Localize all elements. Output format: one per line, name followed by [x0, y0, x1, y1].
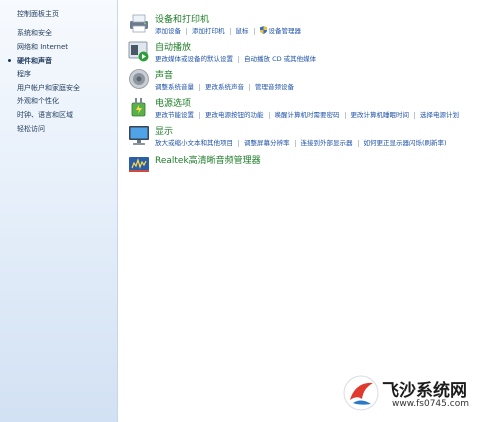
category-links: 调整系统音量 更改系统声音 管理音频设备 — [155, 81, 294, 91]
speaker-icon[interactable] — [128, 68, 150, 90]
choose-power-plan-link[interactable]: 选择电源计划 — [420, 109, 459, 119]
change-power-saving-link[interactable]: 更改节能设置 — [155, 109, 194, 119]
adjust-volume-link[interactable]: 调整系统音量 — [155, 81, 194, 91]
category-title[interactable]: 自动播放 — [155, 40, 191, 53]
connect-external-display-link[interactable]: 连接到外部显示器 — [301, 137, 353, 147]
category-links: 更改媒体或设备的默认设置 自动播放 CD 或其他媒体 — [155, 53, 316, 63]
link-separator — [238, 139, 239, 147]
printer-icon[interactable] — [128, 12, 150, 34]
category-title[interactable]: 设备和打印机 — [155, 12, 209, 25]
wakeup-password-link[interactable]: 唤醒计算机时需要密码 — [275, 109, 340, 119]
category-links: 添加设备 添加打印机 鼠标 设备管理器 — [155, 25, 301, 35]
watermark-url: www.fs0745.com — [392, 399, 469, 409]
mouse-link[interactable]: 鼠标 — [236, 25, 249, 35]
link-separator — [238, 55, 239, 63]
nav-item-system-security[interactable]: 系统和安全 — [17, 28, 52, 38]
add-device-link[interactable]: 添加设备 — [155, 25, 181, 35]
nav-item-clock-language-region[interactable]: 时钟、语言和区域 — [17, 110, 73, 120]
category-title[interactable]: 声音 — [155, 68, 173, 81]
watermark-title: 飞沙系统网 — [382, 381, 467, 401]
manage-audio-devices-link[interactable]: 管理音频设备 — [255, 81, 294, 91]
nav-item-user-accounts[interactable]: 用户帐户和家庭安全 — [17, 83, 80, 93]
realtek-audio-icon[interactable] — [128, 153, 150, 175]
nav-item-ease-of-access[interactable]: 轻松访问 — [17, 124, 45, 134]
site-logo-icon — [343, 375, 379, 411]
nav-item-appearance[interactable]: 外观和个性化 — [17, 96, 59, 106]
nav-item-network-internet[interactable]: 网络和 Internet — [17, 42, 68, 52]
link-separator — [199, 83, 200, 91]
link-separator — [186, 27, 187, 35]
control-panel-home-link[interactable]: 控制面板主页 — [17, 9, 59, 19]
category-links: 更改节能设置 更改电源按钮的功能 唤醒计算机时需要密码 更改计算机睡眠时间 选择电源计划 — [155, 109, 459, 119]
adjust-resolution-link[interactable]: 调整屏幕分辨率 — [244, 137, 290, 147]
category-links: 放大或缩小文本和其他项目 调整屏幕分辨率 连接到外部显示器 如何更正显示器闪烁(刷新率… — [155, 137, 447, 147]
site-watermark: 飞沙系统网 www.fs0745.com — [340, 372, 490, 418]
link-separator — [414, 111, 415, 119]
autoplay-cd-link[interactable]: 自动播放 CD 或其他媒体 — [244, 53, 316, 63]
category-title[interactable]: 电源选项 — [155, 96, 191, 109]
add-printer-link[interactable]: 添加打印机 — [192, 25, 225, 35]
uac-shield-icon — [259, 26, 267, 34]
link-separator — [199, 111, 200, 119]
link-separator — [294, 139, 296, 147]
change-default-media-settings-link[interactable]: 更改媒体或设备的默认设置 — [155, 53, 233, 63]
nav-item-hardware-sound[interactable]: 硬件和声音 — [17, 56, 52, 66]
fix-monitor-flicker-link[interactable]: 如何更正显示器闪烁(刷新率) — [364, 137, 447, 147]
category-title[interactable]: Realtek高清晰音频管理器 — [155, 153, 261, 166]
change-sleep-time-link[interactable]: 更改计算机睡眠时间 — [351, 109, 410, 119]
link-separator — [268, 111, 270, 119]
link-separator — [357, 139, 359, 147]
autoplay-icon[interactable] — [128, 40, 150, 62]
zoom-text-link[interactable]: 放大或缩小文本和其他项目 — [155, 137, 233, 147]
link-separator — [229, 27, 231, 35]
change-power-button-link[interactable]: 更改电源按钮的功能 — [205, 109, 264, 119]
nav-item-programs[interactable]: 程序 — [17, 69, 31, 79]
link-separator — [253, 27, 255, 35]
change-system-sounds-link[interactable]: 更改系统声音 — [205, 81, 244, 91]
left-nav-pane: 控制面板主页 系统和安全 网络和 Internet 硬件和声音 程序 用户帐户和… — [0, 0, 118, 422]
display-icon[interactable] — [128, 124, 150, 146]
active-bullet-icon — [8, 59, 11, 62]
link-separator — [249, 83, 250, 91]
device-manager-link[interactable]: 设备管理器 — [269, 25, 302, 35]
power-icon[interactable] — [128, 96, 150, 118]
category-title[interactable]: 显示 — [155, 124, 173, 137]
link-separator — [344, 111, 346, 119]
